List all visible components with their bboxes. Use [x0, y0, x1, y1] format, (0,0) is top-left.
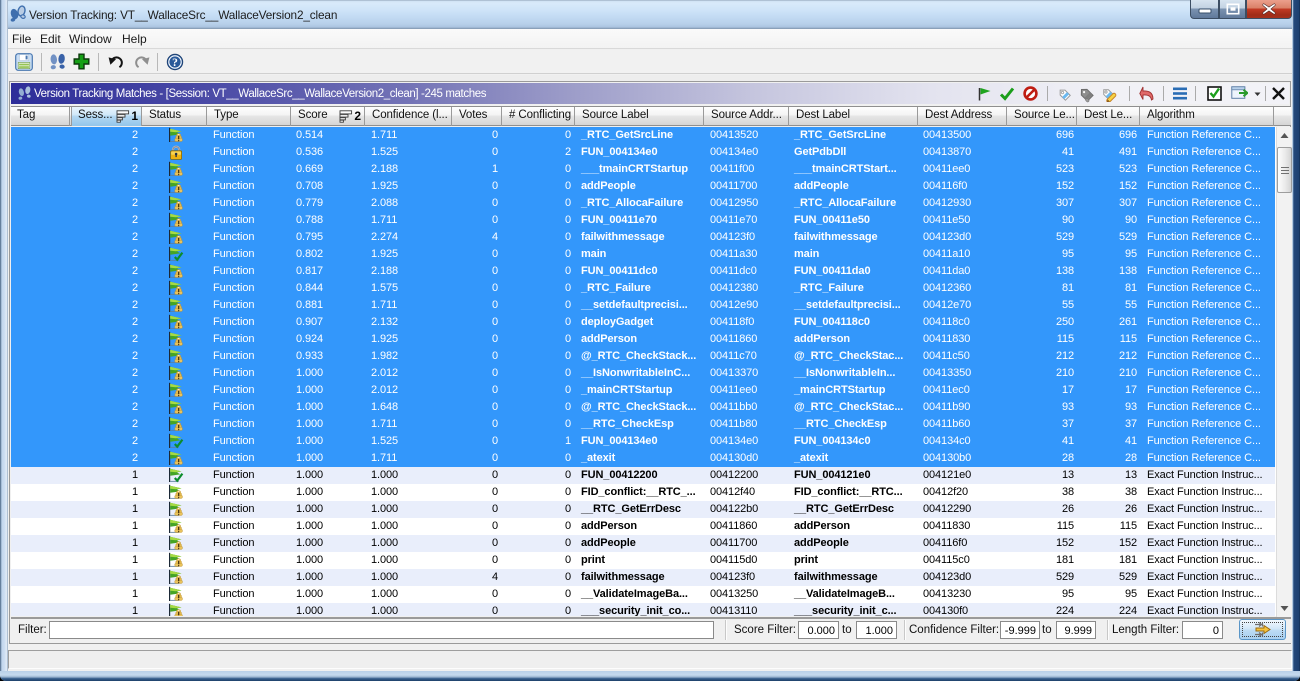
svg-text:?: ?	[172, 57, 178, 69]
